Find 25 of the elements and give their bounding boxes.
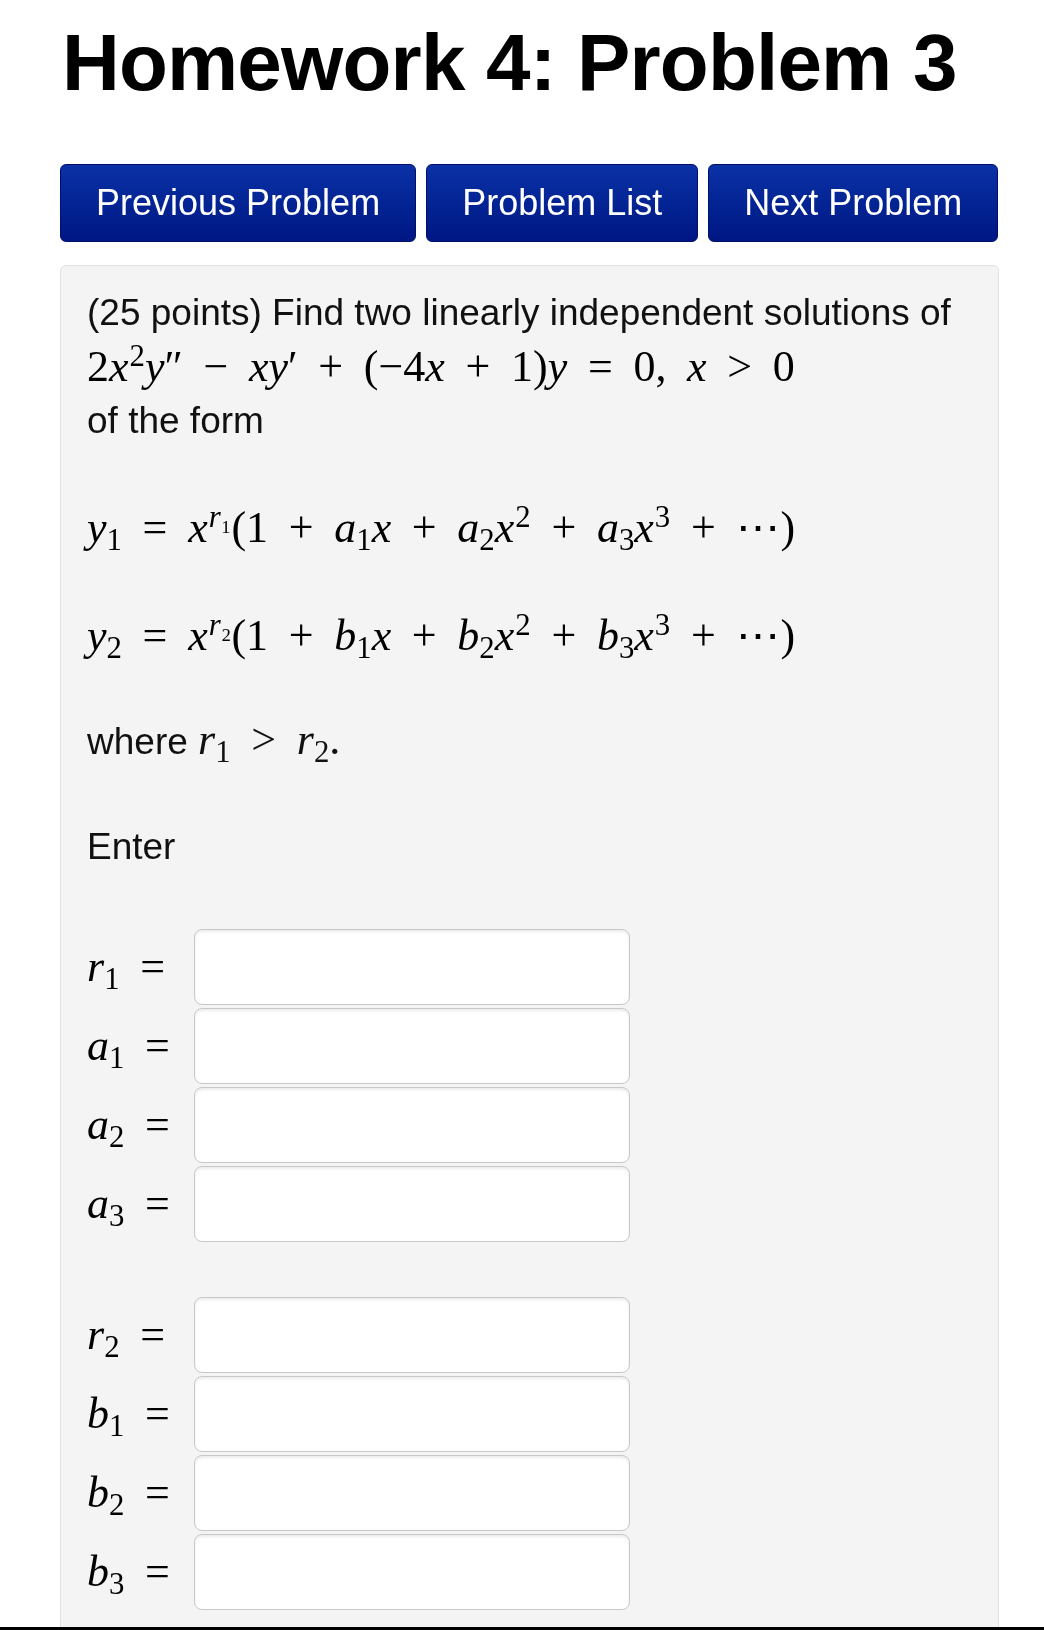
variable-label: b$_{2}$ = [87, 1468, 170, 1518]
page-title: Homework 4: Problem 3 [62, 17, 957, 109]
answer-field[interactable] [194, 1534, 630, 1610]
equation: 2x$^{2}$y″ − xy′ + (−4x + 1)y = 0, x > 0 [87, 340, 795, 393]
condition-text: where r$_{1}$ > r$_{2}$. [87, 714, 341, 769]
variable-label: r$_{2}$ = [87, 1310, 166, 1360]
problem-text: (25 points) Find two linearly independent solutions of [87, 291, 951, 335]
nav-button[interactable]: Previous Problem [60, 164, 417, 242]
prompt-text: Enter [87, 825, 176, 869]
variable-label: b$_{1}$ = [87, 1389, 170, 1439]
nav-button[interactable]: Next Problem [708, 164, 999, 242]
answer-field[interactable] [194, 1376, 630, 1452]
answer-field[interactable] [194, 1297, 630, 1373]
answer-field[interactable] [194, 929, 630, 1005]
problem-text: of the form [87, 399, 264, 443]
variable-label: a$_{1}$ = [87, 1021, 170, 1071]
nav-button[interactable]: Problem List [426, 164, 699, 242]
variable-label: r$_{1}$ = [87, 942, 166, 992]
answer-field[interactable] [194, 1087, 630, 1163]
answer-field[interactable] [194, 1008, 630, 1084]
variable-label: b$_{3}$ = [87, 1547, 170, 1597]
answer-field[interactable] [194, 1455, 630, 1531]
answer-field[interactable] [194, 1166, 630, 1242]
variable-label: a$_{3}$ = [87, 1179, 170, 1229]
variable-label: a$_{2}$ = [87, 1100, 170, 1150]
